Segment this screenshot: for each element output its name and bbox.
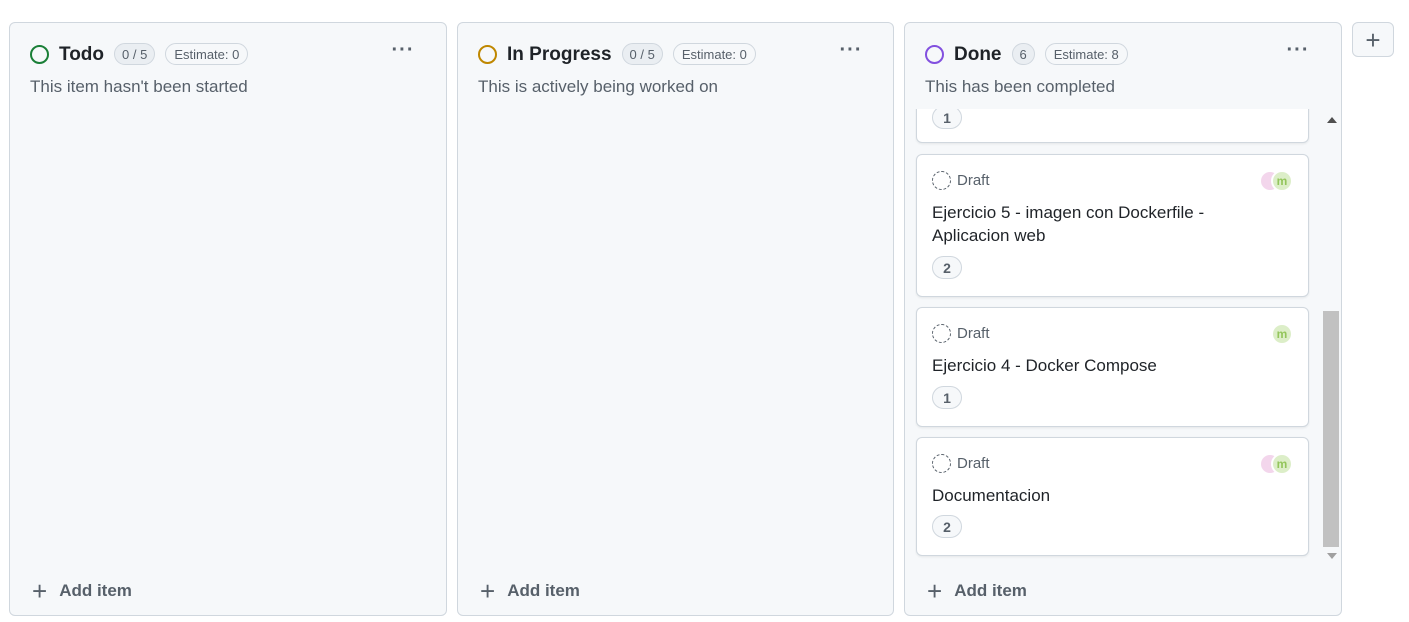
column-header: Done 6 Estimate: 8 xyxy=(925,42,1138,66)
item-count-badge: 6 xyxy=(1011,43,1035,65)
card-estimate-badge: 1 xyxy=(932,386,962,409)
card-title[interactable]: Documentacion xyxy=(932,484,1232,507)
scroll-down-arrow-icon[interactable] xyxy=(1327,553,1337,559)
card-status: Draft xyxy=(932,454,990,473)
column-title: In Progress xyxy=(507,44,612,65)
item-count-badge: 0 / 5 xyxy=(114,43,156,65)
draft-icon xyxy=(932,454,951,473)
card-status-label: Draft xyxy=(957,325,990,342)
column-in-progress: In Progress 0 / 5 Estimate: 0 ··· This i… xyxy=(457,22,894,616)
assignees[interactable]: m xyxy=(1259,453,1293,475)
column-description: This is actively being worked on xyxy=(478,77,719,96)
column-title: Done xyxy=(954,44,1002,65)
add-item-button[interactable]: + Add item xyxy=(927,576,1027,606)
card[interactable]: Draft m Ejercicio 4 - Docker Compose 1 xyxy=(916,307,1309,427)
card-title[interactable]: Ejercicio 5 - imagen con Dockerfile - Ap… xyxy=(932,201,1232,247)
status-circle-icon xyxy=(478,44,497,64)
assignees[interactable]: m xyxy=(1259,170,1293,192)
assignees[interactable]: m xyxy=(1271,323,1293,345)
estimate-badge: Estimate: 0 xyxy=(165,43,249,65)
scrollbar-thumb[interactable] xyxy=(1323,311,1339,547)
plus-icon: + xyxy=(480,576,496,606)
column-title: Todo xyxy=(59,44,105,65)
card-status-label: Draft xyxy=(957,455,990,472)
avatar[interactable]: m xyxy=(1271,170,1293,192)
card-estimate-badge: 2 xyxy=(932,256,962,279)
column-description: This has been completed xyxy=(925,77,1115,96)
column-menu-icon[interactable]: ··· xyxy=(388,37,418,63)
status-circle-icon xyxy=(925,44,944,64)
column-description: This item hasn't been started xyxy=(30,77,248,96)
draft-icon xyxy=(932,324,951,343)
card[interactable]: 1 xyxy=(916,109,1309,143)
card-title[interactable]: Ejercicio 4 - Docker Compose xyxy=(932,354,1232,377)
avatar[interactable]: m xyxy=(1271,453,1293,475)
column-header: Todo 0 / 5 Estimate: 0 xyxy=(30,42,258,66)
scrollbar[interactable] xyxy=(1323,109,1341,567)
column-todo: Todo 0 / 5 Estimate: 0 ··· This item has… xyxy=(9,22,447,616)
card-status: Draft xyxy=(932,324,990,343)
card-estimate-badge: 1 xyxy=(932,109,962,129)
card[interactable]: Draft m Ejercicio 5 - imagen con Dockerf… xyxy=(916,154,1309,297)
column-menu-icon[interactable]: ··· xyxy=(1283,37,1313,63)
plus-icon: + xyxy=(927,576,943,606)
add-item-label: Add item xyxy=(59,581,132,600)
column-header: In Progress 0 / 5 Estimate: 0 xyxy=(478,42,766,66)
draft-icon xyxy=(932,171,951,190)
add-item-button[interactable]: + Add item xyxy=(480,576,580,606)
add-item-label: Add item xyxy=(507,581,580,600)
card[interactable]: Draft m Documentacion 2 xyxy=(916,437,1309,556)
avatar[interactable]: m xyxy=(1271,323,1293,345)
plus-icon: + xyxy=(32,576,48,606)
cards-list[interactable]: 1 Draft m Ejercicio 5 - imagen con Docke… xyxy=(915,109,1310,567)
column-menu-icon[interactable]: ··· xyxy=(836,37,866,63)
card-status-label: Draft xyxy=(957,172,990,189)
add-item-button[interactable]: + Add item xyxy=(32,576,132,606)
item-count-badge: 0 / 5 xyxy=(621,43,663,65)
estimate-badge: Estimate: 0 xyxy=(672,43,756,65)
card-status: Draft xyxy=(932,171,990,190)
estimate-badge: Estimate: 8 xyxy=(1044,43,1128,65)
card-estimate-badge: 2 xyxy=(932,515,962,538)
add-item-label: Add item xyxy=(954,581,1027,600)
status-circle-icon xyxy=(30,44,49,64)
add-column-button[interactable]: + xyxy=(1352,22,1394,57)
scroll-up-arrow-icon[interactable] xyxy=(1327,117,1337,123)
column-done: Done 6 Estimate: 8 ··· This has been com… xyxy=(904,22,1342,616)
